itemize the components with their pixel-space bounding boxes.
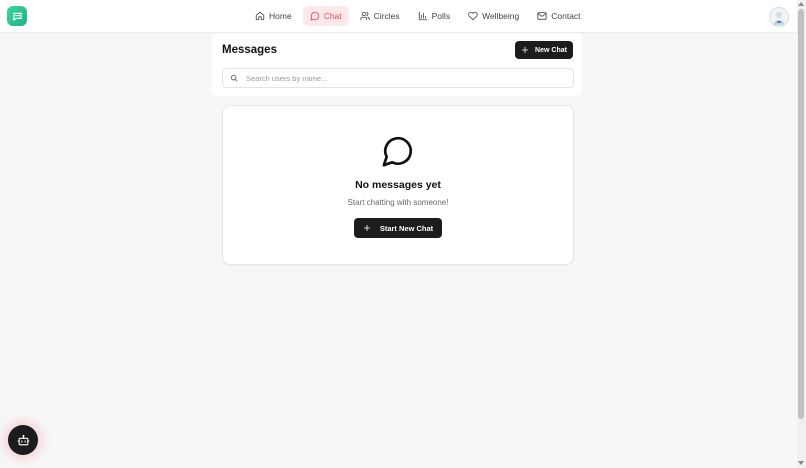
- scroll-down-arrow-icon[interactable]: [798, 461, 804, 465]
- nav-wellbeing[interactable]: Wellbeing: [461, 6, 526, 26]
- empty-state-title: No messages yet: [355, 179, 441, 191]
- nav-contact-label: Contact: [551, 11, 581, 21]
- nav-circles[interactable]: Circles: [353, 6, 407, 26]
- scroll-thumb[interactable]: [798, 9, 804, 419]
- assistant-bot-button[interactable]: [8, 425, 38, 455]
- new-chat-label: New Chat: [535, 46, 567, 54]
- nav-contact[interactable]: Contact: [530, 6, 587, 26]
- app-logo[interactable]: [7, 6, 27, 26]
- bot-icon: [17, 434, 29, 445]
- bar-chart-icon: [418, 11, 427, 21]
- nav-home-label: Home: [269, 11, 292, 21]
- nav-chat[interactable]: Chat: [302, 6, 349, 26]
- page-title: Messages: [222, 44, 277, 56]
- scroll-up-arrow-icon[interactable]: [798, 2, 804, 6]
- search-input[interactable]: [244, 72, 568, 84]
- plus-icon: [363, 224, 370, 232]
- users-icon: [360, 11, 370, 21]
- new-chat-button[interactable]: New Chat: [515, 41, 573, 59]
- empty-state-card: No messages yet Start chatting with some…: [222, 105, 574, 265]
- page-scrollbar[interactable]: [797, 0, 806, 468]
- nav-polls-label: Polls: [431, 11, 451, 21]
- nav-wellbeing-label: Wellbeing: [482, 11, 520, 21]
- messages-header: Messages New Chat: [212, 33, 582, 96]
- start-new-chat-label: Start New Chat: [379, 223, 434, 233]
- nav-home[interactable]: Home: [248, 6, 299, 26]
- chat-icon: [310, 11, 319, 21]
- main-nav: Home Chat Circles Polls Wellbeing Contac…: [248, 6, 588, 26]
- avatar-image-icon: [773, 11, 785, 25]
- chat-bubble-icon: [382, 136, 413, 167]
- nav-chat-label: Chat: [323, 11, 342, 21]
- top-navbar: Home Chat Circles Polls Wellbeing Contac…: [0, 0, 797, 33]
- plus-icon: [521, 46, 529, 54]
- start-new-chat-button[interactable]: Start New Chat: [354, 218, 442, 238]
- home-icon: [255, 11, 265, 21]
- nav-circles-label: Circles: [373, 11, 400, 21]
- search-box: [222, 68, 574, 88]
- user-avatar[interactable]: [769, 7, 789, 27]
- empty-state-subtitle: Start chatting with someone!: [347, 198, 449, 207]
- mail-icon: [537, 12, 547, 20]
- nav-polls[interactable]: Polls: [411, 6, 457, 26]
- chat-logo-icon: [12, 12, 22, 21]
- search-icon: [230, 74, 238, 82]
- heart-icon: [468, 11, 478, 21]
